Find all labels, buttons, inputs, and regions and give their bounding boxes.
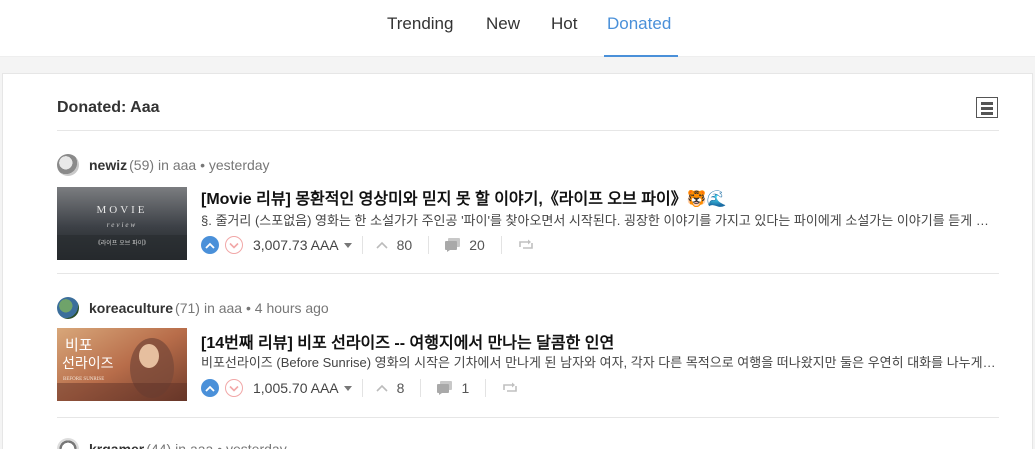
thumbnail-text: BEFORE SUNRISE xyxy=(63,377,104,382)
post-item: krgamer (44) in aaa • yesterday xyxy=(57,437,999,449)
divider xyxy=(57,130,999,131)
divider xyxy=(361,236,363,254)
reblog-icon[interactable] xyxy=(502,381,518,395)
post-header: koreaculture (71) in aaa • 4 hours ago xyxy=(57,296,329,320)
post-excerpt[interactable]: §. 줄거리 (스포없음) 영화는 한 소설가가 주인공 '파이'를 찾아오면서… xyxy=(201,210,997,229)
avatar[interactable] xyxy=(57,154,79,176)
upvote-icon[interactable] xyxy=(201,236,219,254)
dropdown-caret-icon[interactable] xyxy=(343,242,352,248)
thumbnail-text: 《라이프 오브 파이》 xyxy=(95,239,149,247)
payout-value[interactable]: 1,005.70 AAA xyxy=(253,380,339,396)
comment-count[interactable]: 1 xyxy=(461,380,469,396)
author-reputation: (59) xyxy=(129,157,155,173)
view-toggle-icon[interactable] xyxy=(976,97,998,118)
reblog-icon[interactable] xyxy=(518,238,534,252)
divider xyxy=(500,236,502,254)
feed-title: Donated: Aaa xyxy=(57,99,160,116)
post-header: krgamer (44) in aaa • yesterday xyxy=(57,437,287,449)
top-tab-bar: Trending New Hot Donated xyxy=(0,0,1035,58)
tab-trending[interactable]: Trending xyxy=(387,13,453,57)
post-meta[interactable]: in aaa • 4 hours ago xyxy=(204,300,329,316)
thumbnail-text: 비포 xyxy=(65,336,93,354)
post-item: koreaculture (71) in aaa • 4 hours ago 비… xyxy=(57,296,999,418)
vote-count[interactable]: 80 xyxy=(397,237,413,253)
thumbnail-text: MOVIE xyxy=(96,204,147,216)
post-footer: 1,005.70 AAA 8 1 xyxy=(201,377,518,399)
divider xyxy=(428,236,430,254)
post-thumbnail[interactable]: 비포 선라이즈 BEFORE SUNRISE xyxy=(57,328,187,401)
post-meta[interactable]: in aaa • yesterday xyxy=(175,441,287,449)
divider xyxy=(361,379,363,397)
author-reputation: (44) xyxy=(146,441,172,449)
author-name[interactable]: krgamer xyxy=(89,441,144,449)
post-item: newiz (59) in aaa • yesterday MOVIE revi… xyxy=(57,153,999,275)
votes-chevron-icon[interactable] xyxy=(375,240,389,250)
votes-chevron-icon[interactable] xyxy=(375,383,389,393)
post-title[interactable]: [Movie 리뷰] 몽환적인 영상미와 믿지 못 할 이야기,《라이프 오브 … xyxy=(201,185,727,209)
avatar[interactable] xyxy=(57,438,79,449)
thumbnail-text: 선라이즈 xyxy=(62,356,114,372)
post-meta[interactable]: in aaa • yesterday xyxy=(158,157,270,173)
author-name[interactable]: newiz xyxy=(89,157,127,173)
post-footer: 3,007.73 AAA 80 20 xyxy=(201,234,534,256)
post-header: newiz (59) in aaa • yesterday xyxy=(57,153,270,177)
post-excerpt[interactable]: 비포선라이즈 (Before Sunrise) 영화의 시작은 기차에서 만나게… xyxy=(201,352,997,371)
upvote-icon[interactable] xyxy=(201,379,219,397)
divider xyxy=(420,379,422,397)
dropdown-caret-icon[interactable] xyxy=(343,385,352,391)
post-title[interactable]: [14번째 리뷰] 비포 선라이즈 -- 여행지에서 만나는 달콤한 인연 xyxy=(201,329,614,353)
thumbnail-text: review xyxy=(107,221,137,229)
comments-icon[interactable] xyxy=(437,381,453,395)
post-thumbnail[interactable]: MOVIE review 《라이프 오브 파이》 xyxy=(57,187,187,260)
author-name[interactable]: koreaculture xyxy=(89,300,173,316)
divider xyxy=(485,379,487,397)
avatar[interactable] xyxy=(57,297,79,319)
downvote-icon[interactable] xyxy=(225,379,243,397)
tab-new[interactable]: New xyxy=(486,13,520,57)
divider xyxy=(57,273,999,274)
comment-count[interactable]: 20 xyxy=(469,237,485,253)
divider xyxy=(57,417,999,418)
vote-count[interactable]: 8 xyxy=(397,380,405,396)
downvote-icon[interactable] xyxy=(225,236,243,254)
comments-icon[interactable] xyxy=(445,238,461,252)
tab-hot[interactable]: Hot xyxy=(551,13,577,57)
author-reputation: (71) xyxy=(175,300,200,316)
tab-donated[interactable]: Donated xyxy=(607,13,671,57)
payout-value[interactable]: 3,007.73 AAA xyxy=(253,237,339,253)
